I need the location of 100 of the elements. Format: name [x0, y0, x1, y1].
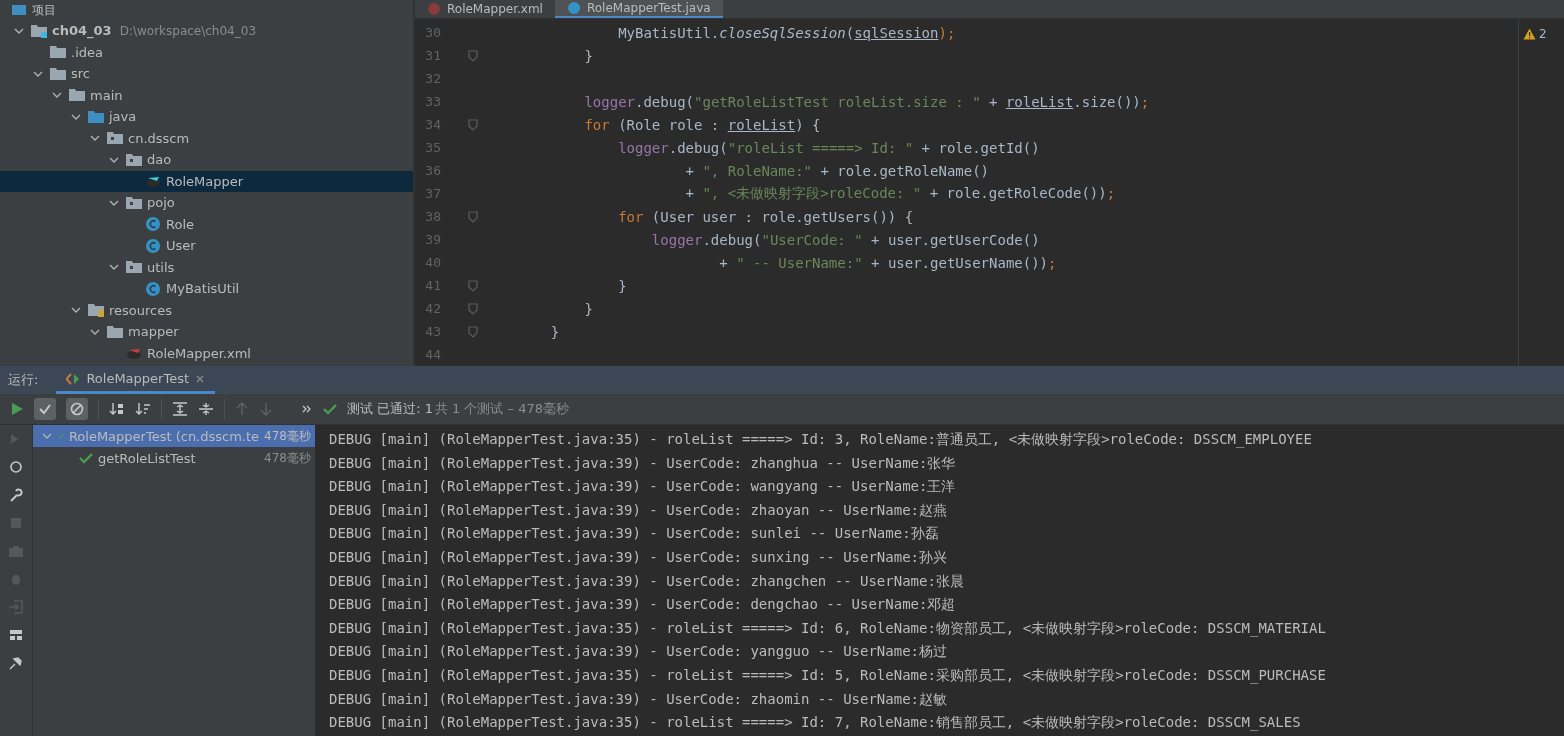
double-chevron-icon[interactable]	[301, 403, 313, 415]
code-line: }	[617, 277, 627, 294]
expand-all-icon[interactable]	[172, 402, 188, 416]
tree-item[interactable]: dao	[0, 149, 413, 171]
line-number: 31	[424, 48, 441, 63]
line-number: 33	[424, 94, 441, 109]
tree-item[interactable]: utils	[0, 256, 413, 278]
tree-item[interactable]: RoleMapper	[0, 170, 413, 192]
line-number: 39	[424, 232, 441, 247]
tree-item[interactable]: ch04_03 D:\workspace\ch04_03	[0, 20, 413, 42]
module-folder-icon	[30, 22, 48, 39]
panel-title: 运行:	[7, 371, 40, 389]
code-line: for (Role role : roleList) {	[583, 116, 821, 133]
tree-item[interactable]: User	[0, 235, 413, 257]
tree-item[interactable]: src	[0, 63, 413, 85]
fold-marker-icon[interactable]	[468, 302, 478, 315]
tree-item[interactable]: java	[0, 106, 413, 128]
folder-icon	[106, 323, 124, 340]
editor-tab[interactable]: RoleMapper.xml	[415, 0, 555, 18]
tree-item-label: ch04_03	[52, 23, 112, 39]
tree-item[interactable]: main	[0, 84, 413, 106]
tree-item[interactable]: pojo	[0, 192, 413, 214]
editor-tab[interactable]: RoleMapperTest.java	[554, 0, 723, 18]
close-icon[interactable]	[195, 373, 206, 384]
tree-item-label: java	[109, 109, 137, 125]
check-icon	[38, 402, 52, 416]
show-passed-button[interactable]	[34, 398, 56, 420]
collapse-all-icon[interactable]	[198, 402, 214, 416]
tree-item[interactable]: RoleMapper.xml	[0, 342, 413, 364]
test-run-icon	[66, 372, 81, 385]
package-folder-icon	[125, 151, 143, 168]
line-number: 40	[424, 255, 441, 270]
run-icon[interactable]	[10, 402, 24, 416]
code-line: for (User user : role.getUsers()) {	[617, 208, 914, 225]
code-line: MyBatisUtil.closeSqlSession(sqlSession);	[617, 24, 956, 41]
code-line: + " -- UserName:" + user.getUserName());	[718, 254, 1057, 271]
fold-marker-icon[interactable]	[468, 210, 478, 223]
package-folder-icon	[106, 130, 124, 147]
tree-item[interactable]: mapper	[0, 321, 413, 343]
test-name: RoleMapperTest (cn.dsscm.te	[68, 428, 260, 444]
tree-item-label: utils	[147, 259, 175, 275]
tree-item[interactable]: cn.dsscm	[0, 127, 413, 149]
folder-icon	[87, 108, 105, 125]
line-number: 35	[424, 140, 441, 155]
console-line: DEBUG [main] (RoleMapperTest.java:39) - UserCode: wangyang -- UserName:王洋	[329, 477, 957, 497]
pin-icon[interactable]	[8, 655, 24, 671]
sort-by-duration-icon[interactable]	[135, 402, 151, 416]
folder-icon	[49, 65, 67, 82]
warning-icon[interactable]	[1523, 28, 1536, 40]
console-line: DEBUG [main] (RoleMapperTest.java:39) - UserCode: zhaoyan -- UserName:赵燕	[329, 500, 948, 520]
fold-marker-icon[interactable]	[468, 118, 478, 131]
console-line: DEBUG [main] (RoleMapperTest.java:39) - UserCode: zhanghua -- UserName:张华	[329, 453, 957, 473]
package-folder-icon	[125, 194, 143, 211]
test-name: getRoleListTest	[98, 450, 197, 466]
project-path: D:\workspace\ch04_03	[119, 23, 256, 38]
run-tab[interactable]: RoleMapperTest	[56, 366, 216, 394]
tree-item[interactable]: .idea	[0, 41, 413, 63]
tree-item[interactable]: resources	[0, 299, 413, 321]
code-line: }	[549, 323, 560, 340]
tree-item-label: pojo	[147, 195, 175, 211]
code-line: logger.debug("UserCode: " + user.getUserCode()	[650, 231, 1040, 248]
line-number: 37	[424, 186, 441, 201]
tree-item-label: main	[90, 87, 123, 103]
console-line: DEBUG [main] (RoleMapperTest.java:35) - roleList =====> Id: 7, RoleName:销售部员工, <未做映射字段>roleCode: DSSCM_SALES	[329, 713, 1302, 733]
code-line: logger.debug("roleList =====> Id: " + role.getId()	[617, 139, 1040, 156]
show-ignored-button[interactable]	[66, 398, 88, 420]
line-number: 32	[424, 71, 441, 86]
wrench-icon[interactable]	[8, 487, 24, 503]
sort-alphabetically-icon[interactable]	[109, 402, 125, 416]
fold-marker-icon[interactable]	[468, 49, 478, 62]
console-line: DEBUG [main] (RoleMapperTest.java:35) - roleList =====> Id: 3, RoleName:普通员工, <未做映射字段>roleCode: DSSCM_EMPLOYEE	[329, 430, 1313, 450]
layout-icon[interactable]	[8, 627, 24, 643]
tree-item-label: dao	[147, 152, 172, 168]
test-duration: 478毫秒	[264, 427, 311, 445]
tree-item-label: RoleMapper.xml	[147, 345, 251, 361]
tree-item-label: cn.dsscm	[128, 130, 190, 146]
console-line: DEBUG [main] (RoleMapperTest.java:39) - UserCode: yangguo -- UserName:杨过	[329, 642, 948, 662]
no-entry-icon	[70, 402, 84, 416]
panel-title[interactable]: 项目	[32, 1, 56, 19]
tree-item[interactable]: MyBatisUtil	[0, 278, 413, 300]
tree-item-label: Role	[166, 216, 194, 232]
code-line: + ", <未做映射字段>roleCode: " + role.getRoleCode());	[684, 184, 1116, 203]
fold-marker-icon[interactable]	[468, 325, 478, 338]
resources-folder-icon	[87, 302, 105, 319]
folder-icon	[68, 87, 86, 104]
fold-marker-icon[interactable]	[468, 279, 478, 292]
test-item[interactable]: getRoleListTest 478毫秒	[33, 447, 315, 469]
line-number: 34	[424, 117, 441, 132]
line-number: 30	[424, 25, 441, 40]
folder-icon	[49, 44, 67, 61]
console-line: DEBUG [main] (RoleMapperTest.java:35) - roleList =====> Id: 5, RoleName:采购部员工, <未做映射字段>roleCode: DSSCM_PURCHASE	[329, 665, 1327, 686]
tree-item-label: RoleMapper	[166, 173, 244, 189]
console-line: DEBUG [main] (RoleMapperTest.java:39) - UserCode: sunxing -- UserName:孙兴	[329, 547, 948, 567]
console-line: DEBUG [main] (RoleMapperTest.java:35) - roleList =====> Id: 6, RoleName:物资部员工, <未做映射字段>roleCode: DSSCM_MATERIAL	[329, 618, 1327, 639]
code-line: logger.debug("getRoleListTest roleList.size : " + roleList.size());	[583, 93, 1150, 110]
console-line: DEBUG [main] (RoleMapperTest.java:39) - UserCode: sunlei -- UserName:孙磊	[329, 524, 940, 544]
line-number: 42	[424, 301, 441, 316]
line-number: 43	[424, 324, 441, 339]
tree-item[interactable]: Role	[0, 213, 413, 235]
tree-item-label: src	[71, 66, 90, 82]
